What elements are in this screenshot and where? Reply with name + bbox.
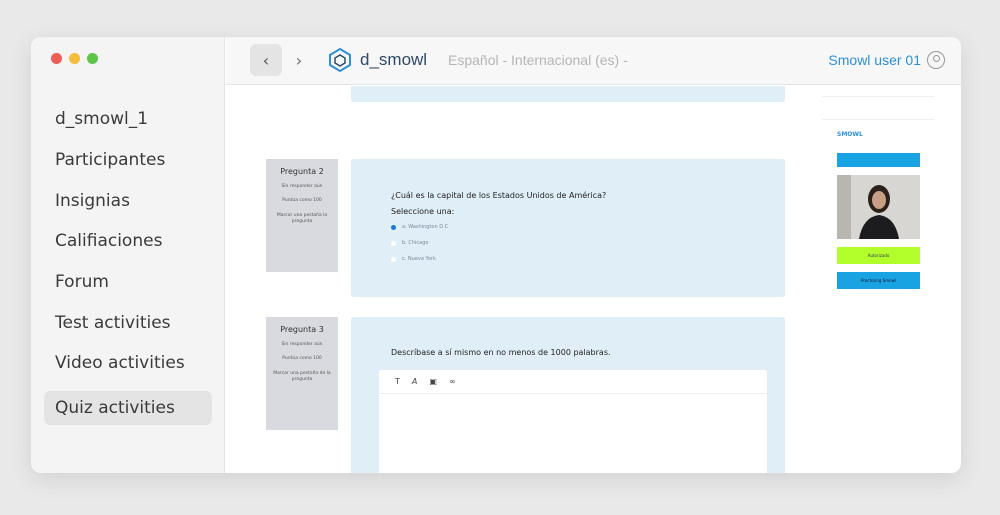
flag-question-link[interactable]: Marcar una pestaña la pregunta <box>269 213 335 226</box>
chevron-right-icon: › <box>295 50 303 70</box>
link-icon[interactable]: ∞ <box>449 377 456 386</box>
sidebar-item-video-activities[interactable]: Video activities <box>44 343 212 384</box>
question-text: ¿Cuál es la capital de los Estados Unido… <box>391 191 607 200</box>
text-format-icon[interactable]: T <box>395 377 400 386</box>
user-name[interactable]: Smowl user 01 <box>828 52 921 68</box>
question-points: Puntúa como 100 <box>282 356 322 362</box>
question-card-2: ¿Cuál es la capital de los Estados Unido… <box>351 159 785 297</box>
proctor-header-bar <box>837 153 920 167</box>
sidebar-item-quiz-activities[interactable]: Quiz activities <box>44 390 212 425</box>
answer-option[interactable]: b. Chicago <box>391 240 428 246</box>
italic-icon[interactable]: A <box>412 377 417 386</box>
webcam-person-image <box>837 175 920 239</box>
sidebar-item-participants[interactable]: Participantes <box>44 140 212 181</box>
app-window: d_smowl_1 Participantes Insignias Califi… <box>31 37 961 473</box>
divider <box>822 96 934 97</box>
sidebar-item-forum[interactable]: Forum <box>44 262 212 303</box>
answer-option[interactable]: a. Washington D.C <box>391 224 448 230</box>
proctor-status-button[interactable]: Autorizado <box>837 247 920 264</box>
webcam-preview <box>837 175 920 239</box>
question-number: Pregunta 3 <box>280 325 324 334</box>
sidebar-nav: d_smowl_1 Participantes Insignias Califi… <box>44 99 212 425</box>
proctoring-widget: SMOWL Autorizado Proctoring Smowl <box>825 113 923 293</box>
maximize-window-button[interactable] <box>87 53 98 64</box>
question-info-3: Pregunta 3 Sin responder aún Puntúa como… <box>266 317 338 430</box>
answer-option-label: a. Washington D.C <box>402 224 449 230</box>
proctor-action-button[interactable]: Proctoring Smowl <box>837 272 920 289</box>
sidebar-item-badges[interactable]: Insignias <box>44 180 212 221</box>
question-status: Sin responder aún <box>281 342 323 347</box>
sidebar: d_smowl_1 Participantes Insignias Califi… <box>31 37 225 473</box>
previous-question-card <box>351 86 785 102</box>
language-selector[interactable]: Español - Internacional (es) - <box>448 52 628 68</box>
window-controls <box>51 53 98 64</box>
quiz-content: Pregunta 2 Sin responder aún Puntúa como… <box>226 86 961 473</box>
sidebar-item-course[interactable]: d_smowl_1 <box>44 99 212 140</box>
question-status: Sin responder aún <box>281 184 323 189</box>
proctor-logo: SMOWL <box>837 131 863 138</box>
back-button[interactable]: ‹ <box>250 44 282 76</box>
minimize-window-button[interactable] <box>69 53 80 64</box>
answer-option-label: b. Chicago <box>402 240 429 246</box>
editor-toolbar: T A ▣ ∞ <box>379 370 767 394</box>
radio-icon[interactable] <box>391 256 396 262</box>
answer-option-label: c. Nueva York <box>402 256 436 262</box>
question-points: Puntúa como 100 <box>282 198 322 204</box>
image-icon[interactable]: ▣ <box>429 377 437 386</box>
close-window-button[interactable] <box>51 53 62 64</box>
answer-option[interactable]: c. Nueva York <box>391 256 436 262</box>
flag-question-link[interactable]: Marcar una pestaña de la pregunta <box>269 371 335 384</box>
chevron-left-icon: ‹ <box>262 50 270 70</box>
radio-icon[interactable] <box>391 240 396 246</box>
user-avatar-icon[interactable] <box>927 51 945 69</box>
question-info-2: Pregunta 2 Sin responder aún Puntúa como… <box>266 159 338 272</box>
top-bar: ‹ › d_smowl Español - Internacional (es)… <box>226 37 961 85</box>
sidebar-item-grades[interactable]: Califiaciones <box>44 221 212 262</box>
smowl-logo-icon <box>329 47 351 73</box>
essay-editor[interactable]: T A ▣ ∞ <box>378 369 768 473</box>
question-number: Pregunta 2 <box>280 167 324 176</box>
question-card-3: Descríbase a sí mismo en no menos de 100… <box>351 317 785 473</box>
question-text: Descríbase a sí mismo en no menos de 100… <box>391 348 611 357</box>
sidebar-item-test-activities[interactable]: Test activities <box>44 302 212 343</box>
question-prompt: Seleccione una: <box>391 207 455 216</box>
radio-selected-icon[interactable] <box>391 224 396 230</box>
forward-button[interactable]: › <box>288 44 310 76</box>
brand-name: d_smowl <box>360 50 428 69</box>
